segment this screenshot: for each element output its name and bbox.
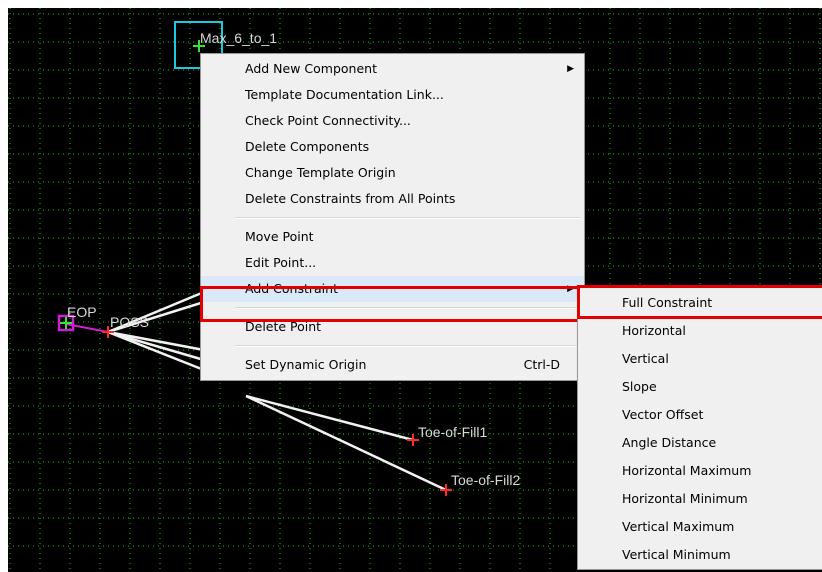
menu-item-delete-components[interactable]: Delete Components (201, 134, 584, 160)
submenu-item-label: Vector Offset (622, 407, 704, 422)
menu-item-change-template-origin[interactable]: Change Template Origin (201, 160, 584, 186)
component-line (107, 330, 205, 362)
point-label-max: Max_6_to_1 (200, 30, 278, 46)
context-menu: Add New Component ▶ Template Documentatio… (200, 53, 585, 381)
submenu-item-label: Full Constraint (622, 295, 713, 310)
component-line (107, 330, 205, 372)
point-label-eop: EOP (67, 304, 97, 320)
menu-shortcut: Ctrl-D (523, 357, 560, 372)
menu-separator (235, 217, 580, 219)
submenu-item-full-constraint[interactable]: Full Constraint (578, 289, 822, 317)
menu-item-label: Template Documentation Link... (245, 87, 444, 102)
submenu-item-vector-offset[interactable]: Vector Offset (578, 401, 822, 429)
submenu-arrow-icon: ▶ (567, 64, 574, 74)
menu-item-label: Add New Component (245, 61, 377, 76)
submenu-item-vertical[interactable]: Vertical (578, 345, 822, 373)
menu-item-label: Delete Components (245, 139, 370, 154)
point-label-poss: POSS (110, 314, 149, 330)
menu-item-move-point[interactable]: Move Point (201, 224, 584, 250)
submenu-item-horizontal-maximum[interactable]: Horizontal Maximum (578, 457, 822, 485)
menu-item-label: Move Point (245, 229, 314, 244)
submenu-item-label: Slope (622, 379, 657, 394)
component-line (245, 394, 447, 492)
submenu-item-label: Vertical (622, 351, 669, 366)
menu-item-label: Set Dynamic Origin (245, 357, 367, 372)
menu-item-add-constraint[interactable]: Add Constraint ▶ (201, 276, 584, 302)
menu-item-label: Change Template Origin (245, 165, 396, 180)
menu-item-delete-constraints-all-points[interactable]: Delete Constraints from All Points (201, 186, 584, 212)
submenu-item-slope[interactable]: Slope (578, 373, 822, 401)
menu-item-add-new-component[interactable]: Add New Component ▶ (201, 56, 584, 82)
submenu-item-label: Horizontal Minimum (622, 491, 748, 506)
menu-item-set-dynamic-origin[interactable]: Set Dynamic Origin Ctrl-D (201, 352, 584, 378)
menu-separator (235, 345, 580, 347)
submenu-item-horizontal[interactable]: Horizontal (578, 317, 822, 345)
add-constraint-submenu: Full Constraint Horizontal Vertical Slop… (577, 286, 822, 570)
submenu-item-label: Angle Distance (622, 435, 717, 450)
menu-item-check-point-connectivity[interactable]: Check Point Connectivity... (201, 108, 584, 134)
menu-separator (235, 307, 580, 309)
submenu-item-label: Vertical Maximum (622, 519, 735, 534)
menu-item-label: Delete Constraints from All Points (245, 191, 456, 206)
menu-item-template-documentation-link[interactable]: Template Documentation Link... (201, 82, 584, 108)
menu-item-label: Add Constraint (245, 281, 338, 296)
point-label-toe-of-fill1: Toe-of-Fill1 (418, 424, 488, 440)
submenu-item-angle-distance[interactable]: Angle Distance (578, 429, 822, 457)
menu-item-label: Delete Point (245, 319, 322, 334)
submenu-item-label: Horizontal Maximum (622, 463, 752, 478)
submenu-arrow-icon: ▶ (567, 284, 574, 294)
submenu-item-vertical-maximum[interactable]: Vertical Maximum (578, 513, 822, 541)
menu-item-label: Edit Point... (245, 255, 317, 270)
menu-item-edit-point[interactable]: Edit Point... (201, 250, 584, 276)
submenu-item-horizontal-minimum[interactable]: Horizontal Minimum (578, 485, 822, 513)
point-label-toe-of-fill2: Toe-of-Fill2 (451, 472, 521, 488)
submenu-item-vertical-minimum[interactable]: Vertical Minimum (578, 541, 822, 569)
submenu-item-label: Vertical Minimum (622, 547, 731, 562)
menu-item-delete-point[interactable]: Delete Point (201, 314, 584, 340)
template-editor-window: Max_6_to_1 EOP POSS Toe-of-Fill1 Toe-of-… (0, 0, 822, 572)
menu-item-label: Check Point Connectivity... (245, 113, 411, 128)
component-line (245, 394, 414, 442)
submenu-item-label: Horizontal (622, 323, 686, 338)
